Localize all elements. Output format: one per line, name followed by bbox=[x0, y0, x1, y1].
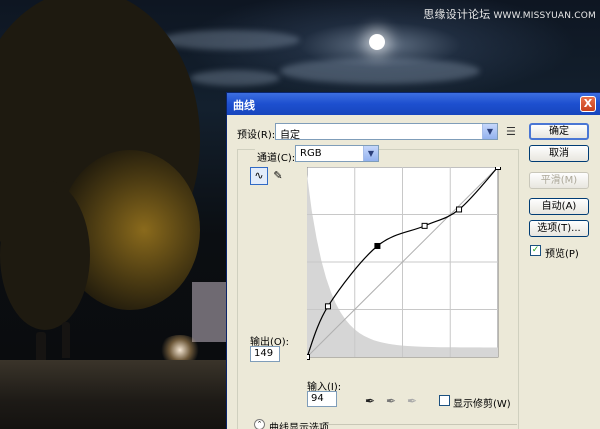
show-clipping-checkbox[interactable] bbox=[439, 395, 450, 406]
curve-graph[interactable] bbox=[307, 167, 503, 363]
preset-select[interactable]: 自定 ▼ bbox=[275, 123, 498, 141]
watermark: 思缘设计论坛 WWW.MISSYUAN.COM bbox=[423, 6, 596, 22]
chevron-down-icon: ▼ bbox=[482, 124, 497, 139]
menu-lines-icon[interactable]: ☰ bbox=[506, 125, 516, 138]
curve-point-tool[interactable]: ∿ bbox=[250, 167, 268, 185]
eyedropper-white-icon: ✒ bbox=[406, 394, 418, 408]
control-point[interactable] bbox=[456, 206, 463, 213]
control-point[interactable] bbox=[495, 167, 501, 170]
curve-display-options-label: 曲线显示选项 bbox=[269, 423, 329, 429]
cancel-button[interactable]: 取消 bbox=[529, 145, 589, 162]
close-icon: X bbox=[583, 97, 593, 110]
output-field[interactable]: 149 bbox=[250, 346, 280, 362]
channel-select[interactable]: RGB ▼ bbox=[295, 145, 379, 162]
channel-label: 通道(C): bbox=[255, 149, 298, 164]
preset-label: 预设(R): bbox=[237, 130, 276, 141]
eyedropper-white-button[interactable]: ✒ bbox=[405, 393, 419, 409]
control-point[interactable] bbox=[421, 222, 428, 229]
moon bbox=[369, 34, 385, 50]
pencil-icon: ✎ bbox=[273, 169, 283, 182]
chevron-down-icon: ▼ bbox=[363, 146, 378, 161]
eyedropper-black-button[interactable]: ✒ bbox=[363, 393, 377, 409]
options-button[interactable]: 选项(T)... bbox=[529, 220, 589, 237]
watermark-text: 思缘设计论坛 bbox=[423, 8, 491, 21]
dialog-titlebar[interactable]: 曲线 X bbox=[227, 93, 600, 115]
show-clipping-label: 显示修剪(W) bbox=[453, 399, 511, 410]
cloud bbox=[160, 30, 300, 50]
control-point[interactable] bbox=[324, 303, 331, 310]
curves-dialog: 曲线 X 预设(R): 自定 ▼ ☰ 通道(C): RGB ▼ ∿ ✎ 输出(O… bbox=[226, 92, 600, 429]
smooth-button[interactable]: 平滑(M) bbox=[529, 172, 589, 189]
ok-button[interactable]: 确定 bbox=[529, 123, 589, 140]
pedestrian bbox=[62, 322, 70, 358]
expand-options-button[interactable]: ⌃ bbox=[254, 419, 265, 429]
eyedropper-gray-button[interactable]: ✒ bbox=[384, 393, 398, 409]
pedestrian bbox=[36, 332, 46, 360]
close-button[interactable]: X bbox=[580, 96, 596, 112]
channel-value: RGB bbox=[300, 148, 322, 159]
cloud bbox=[280, 58, 480, 84]
dialog-title: 曲线 bbox=[233, 99, 255, 112]
cloud bbox=[190, 70, 280, 86]
preset-value: 自定 bbox=[280, 130, 300, 141]
preview-checkbox[interactable]: ✓ bbox=[530, 245, 541, 256]
eyedropper-black-icon: ✒ bbox=[364, 394, 376, 408]
eyedropper-gray-icon: ✒ bbox=[385, 394, 397, 408]
preview-label: 预览(P) bbox=[545, 249, 579, 260]
building bbox=[192, 282, 226, 342]
curve-svg[interactable] bbox=[307, 167, 503, 363]
pencil-tool[interactable]: ✎ bbox=[269, 167, 287, 185]
auto-button[interactable]: 自动(A) bbox=[529, 198, 589, 215]
control-point[interactable] bbox=[307, 354, 310, 360]
road bbox=[0, 360, 228, 429]
input-field[interactable]: 94 bbox=[307, 391, 337, 407]
selected-control-point[interactable] bbox=[374, 242, 381, 249]
chevron-double-up-icon: ⌃ bbox=[256, 420, 263, 428]
tree-canopy bbox=[0, 180, 90, 330]
curve-point-icon: ∿ bbox=[254, 169, 264, 182]
divider bbox=[327, 424, 517, 425]
watermark-url: WWW.MISSYUAN.COM bbox=[493, 11, 596, 21]
